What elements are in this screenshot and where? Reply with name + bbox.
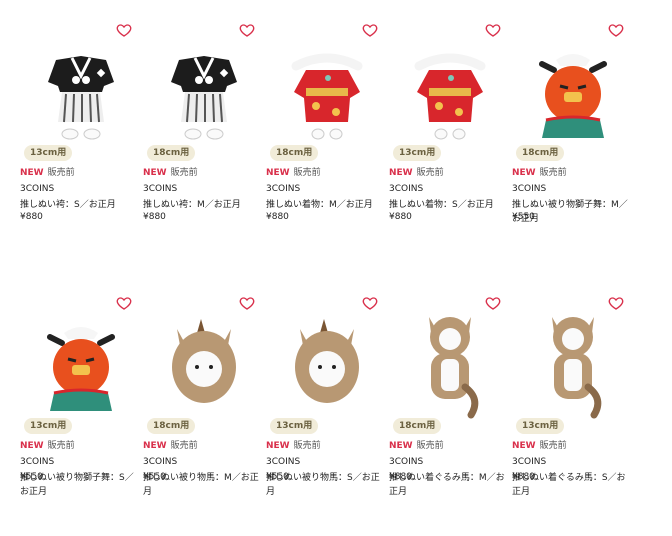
shishimai-hood-icon [20, 303, 142, 425]
sale-status: 販売前 [293, 168, 321, 178]
product-meta: NEW 販売前 3COINS 推しぬい着物：S／お正月 [389, 167, 511, 212]
product-price: ¥880 [512, 472, 535, 482]
horse-costume-icon [512, 303, 634, 425]
size-badge: 18cm用 [147, 418, 196, 434]
product-name[interactable]: 推しぬい着物：S／お正月 [389, 198, 511, 212]
product-price: ¥880 [389, 472, 412, 482]
sale-status: 販売前 [47, 168, 75, 178]
new-tag: NEW [512, 168, 536, 178]
shishimai-hood-icon [512, 30, 634, 152]
product-image[interactable] [512, 303, 634, 425]
product-image[interactable] [266, 30, 388, 152]
product-meta: NEW 販売前 3COINS 推しぬい被り物獅子舞：S／お正月 [20, 440, 142, 499]
sale-status: 販売前 [47, 441, 75, 451]
product-price: ¥880 [266, 212, 289, 222]
brand-name: 3COINS [20, 457, 55, 467]
new-tag: NEW [266, 168, 290, 178]
new-tag: NEW [266, 441, 290, 451]
product-meta: NEW 販売前 3COINS 推しぬい袴：S／お正月 [20, 167, 142, 212]
product-price: ¥550 [512, 212, 535, 222]
size-badge: 13cm用 [24, 145, 73, 161]
size-badge: 18cm用 [270, 145, 319, 161]
product-meta: NEW 販売前 3COINS 推しぬい着物：M／お正月 [266, 167, 388, 212]
hakama-outfit-icon [143, 30, 265, 152]
sale-status: 販売前 [416, 441, 444, 451]
brand-name: 3COINS [20, 184, 55, 194]
brand-name: 3COINS [389, 457, 424, 467]
size-badge: 18cm用 [516, 145, 565, 161]
product-image[interactable] [20, 30, 142, 152]
hakama-outfit-icon [20, 30, 142, 152]
product-price: ¥550 [266, 472, 289, 482]
size-badge: 13cm用 [270, 418, 319, 434]
size-badge: 13cm用 [24, 418, 73, 434]
product-name[interactable]: 推しぬい袴：M／お正月 [143, 198, 265, 212]
product-image[interactable] [512, 30, 634, 152]
sale-status: 販売前 [170, 168, 198, 178]
product-card[interactable]: 18cm用 NEW 販売前 3COINS 推しぬい袴：M／お正月 ¥880 [143, 20, 265, 250]
product-card[interactable]: 13cm用 NEW 販売前 3COINS 推しぬい被り物馬：S／お正月 ¥550 [266, 293, 388, 523]
product-price: ¥550 [20, 472, 43, 482]
product-name[interactable]: 推しぬい着物：M／お正月 [266, 198, 388, 212]
product-meta: NEW 販売前 3COINS 推しぬい被り物馬：S／お正月 [266, 440, 388, 499]
product-card[interactable]: 18cm用 NEW 販売前 3COINS 推しぬい着ぐるみ馬：M／お正月 ¥880 [389, 293, 511, 523]
product-meta: NEW 販売前 3COINS 推しぬい着ぐるみ馬：M／お正月 [389, 440, 511, 499]
product-price: ¥880 [389, 212, 412, 222]
product-image[interactable] [266, 303, 388, 425]
product-card[interactable]: 13cm用 NEW 販売前 3COINS 推しぬい被り物獅子舞：S／お正月 ¥550 [20, 293, 142, 523]
product-image[interactable] [143, 303, 265, 425]
horse-hood-icon [143, 303, 265, 425]
brand-name: 3COINS [143, 457, 178, 467]
product-card[interactable]: 13cm用 NEW 販売前 3COINS 推しぬい着ぐるみ馬：S／お正月 ¥880 [512, 293, 634, 523]
sale-status: 販売前 [539, 441, 567, 451]
product-meta: NEW 販売前 3COINS 推しぬい袴：M／お正月 [143, 167, 265, 212]
new-tag: NEW [143, 441, 167, 451]
product-card[interactable]: 18cm用 NEW 販売前 3COINS 推しぬい被り物馬：M／お正月 ¥550 [143, 293, 265, 523]
product-price: ¥880 [20, 212, 43, 222]
new-tag: NEW [20, 441, 44, 451]
product-image[interactable] [20, 303, 142, 425]
product-card[interactable]: 18cm用 NEW 販売前 3COINS 推しぬい被り物獅子舞：M／お正月 ¥550 [512, 20, 634, 250]
product-grid: 13cm用 NEW 販売前 3COINS 推しぬい袴：S／お正月 ¥880 18cm用 NEW… [0, 0, 672, 536]
product-card[interactable]: 13cm用 NEW 販売前 3COINS 推しぬい袴：S／お正月 ¥880 [20, 20, 142, 250]
size-badge: 18cm用 [393, 418, 442, 434]
new-tag: NEW [20, 168, 44, 178]
kimono-outfit-icon [266, 30, 388, 152]
size-badge: 13cm用 [516, 418, 565, 434]
brand-name: 3COINS [512, 184, 547, 194]
product-name[interactable]: 推しぬい袴：S／お正月 [20, 198, 142, 212]
new-tag: NEW [389, 168, 413, 178]
size-badge: 18cm用 [147, 145, 196, 161]
product-card[interactable]: 13cm用 NEW 販売前 3COINS 推しぬい着物：S／お正月 ¥880 [389, 20, 511, 250]
product-meta: NEW 販売前 3COINS 推しぬい着ぐるみ馬：S／お正月 [512, 440, 634, 499]
product-meta: NEW 販売前 3COINS 推しぬい被り物馬：M／お正月 [143, 440, 265, 499]
sale-status: 販売前 [293, 441, 321, 451]
product-image[interactable] [389, 30, 511, 152]
sale-status: 販売前 [539, 168, 567, 178]
kimono-outfit-icon [389, 30, 511, 152]
sale-status: 販売前 [170, 441, 198, 451]
brand-name: 3COINS [143, 184, 178, 194]
product-image[interactable] [143, 30, 265, 152]
sale-status: 販売前 [416, 168, 444, 178]
brand-name: 3COINS [266, 457, 301, 467]
new-tag: NEW [143, 168, 167, 178]
new-tag: NEW [512, 441, 536, 451]
product-price: ¥880 [143, 212, 166, 222]
product-price: ¥550 [143, 472, 166, 482]
size-badge: 13cm用 [393, 145, 442, 161]
product-image[interactable] [389, 303, 511, 425]
brand-name: 3COINS [266, 184, 301, 194]
product-card[interactable]: 18cm用 NEW 販売前 3COINS 推しぬい着物：M／お正月 ¥880 [266, 20, 388, 250]
brand-name: 3COINS [512, 457, 547, 467]
horse-hood-icon [266, 303, 388, 425]
new-tag: NEW [389, 441, 413, 451]
brand-name: 3COINS [389, 184, 424, 194]
horse-costume-icon [389, 303, 511, 425]
